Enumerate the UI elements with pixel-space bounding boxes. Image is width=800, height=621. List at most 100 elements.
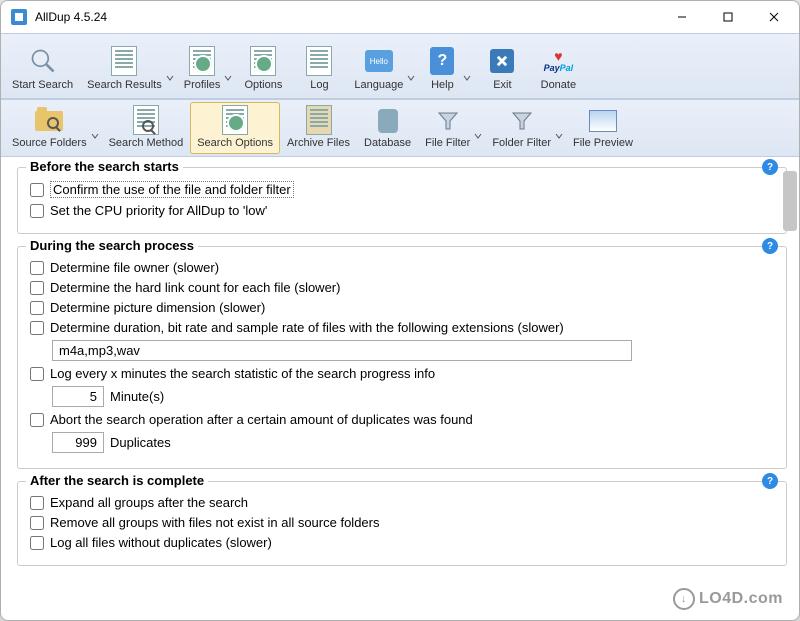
help-icon[interactable]: ?: [762, 473, 778, 489]
checkbox-label: Log all files without duplicates (slower…: [50, 535, 272, 550]
database-button[interactable]: Database: [357, 102, 418, 154]
file-filter-button[interactable]: File Filter: [418, 102, 485, 154]
media-extensions-input[interactable]: [52, 340, 632, 361]
log-button[interactable]: Log: [291, 36, 347, 96]
database-icon: [372, 107, 404, 135]
checkbox-label: Determine picture dimension (slower): [50, 300, 265, 315]
section-title: Before the search starts: [26, 159, 183, 174]
checkbox-row: Set the CPU priority for AllDup to 'low': [28, 203, 776, 218]
preview-icon: [587, 107, 619, 135]
determine-media-checkbox[interactable]: [30, 321, 44, 335]
section-before-search: Before the search starts ? Confirm the u…: [17, 167, 787, 234]
download-icon: ↓: [673, 588, 695, 610]
app-window: AllDup 4.5.24 Start Search Search Result…: [0, 0, 800, 621]
search-method-button[interactable]: Search Method: [102, 102, 191, 154]
watermark: ↓ LO4D.com: [673, 588, 783, 610]
titlebar: AllDup 4.5.24: [1, 1, 799, 33]
checkbox-label: Determine duration, bit rate and sample …: [50, 320, 564, 335]
cpu-priority-checkbox[interactable]: [30, 204, 44, 218]
funnel-icon: [506, 107, 538, 135]
document-magnifier-icon: [130, 105, 162, 135]
checkbox-label: Determine the hard link count for each f…: [50, 280, 340, 295]
hello-icon: Hello: [363, 45, 395, 77]
help-icon[interactable]: ?: [762, 159, 778, 175]
donate-button[interactable]: ♥PayPal Donate: [530, 36, 586, 96]
chevron-down-icon[interactable]: [474, 129, 482, 143]
section-title: During the search process: [26, 238, 198, 253]
folder-magnifier-icon: [33, 107, 65, 135]
checkbox-row: Abort the search operation after a certa…: [28, 412, 776, 427]
document-gear-icon: [186, 45, 218, 77]
exit-button[interactable]: Exit: [474, 36, 530, 96]
checkbox-label: Determine file owner (slower): [50, 260, 219, 275]
main-toolbar: Start Search Search Results Profiles Opt…: [1, 33, 799, 99]
confirm-filter-checkbox[interactable]: [30, 183, 44, 197]
profiles-button[interactable]: Profiles: [177, 36, 236, 96]
checkbox-row: Determine the hard link count for each f…: [28, 280, 776, 295]
checkbox-row: Determine picture dimension (slower): [28, 300, 776, 315]
search-results-button[interactable]: Search Results: [80, 36, 177, 96]
log-interval-input[interactable]: [52, 386, 104, 407]
checkbox-label: Expand all groups after the search: [50, 495, 248, 510]
window-title: AllDup 4.5.24: [35, 10, 107, 24]
checkbox-label: Remove all groups with files not exist i…: [50, 515, 379, 530]
options-panel: Before the search starts ? Confirm the u…: [1, 157, 799, 621]
checkbox-label: Confirm the use of the file and folder f…: [50, 181, 294, 198]
section-after-search: After the search is complete ? Expand al…: [17, 481, 787, 566]
checkbox-row: Confirm the use of the file and folder f…: [28, 181, 776, 198]
maximize-button[interactable]: [705, 2, 751, 32]
log-interval-checkbox[interactable]: [30, 367, 44, 381]
start-search-button[interactable]: Start Search: [5, 36, 80, 96]
input-row: Minute(s): [28, 386, 776, 407]
archive-files-button[interactable]: Archive Files: [280, 102, 357, 154]
document-magnifier-icon: [108, 45, 140, 77]
watermark-text: LO4D.com: [699, 590, 783, 608]
help-icon: ?: [426, 45, 458, 77]
help-icon[interactable]: ?: [762, 238, 778, 254]
document-gear-icon: [247, 45, 279, 77]
folder-filter-button[interactable]: Folder Filter: [485, 102, 566, 154]
checkbox-row: Log every x minutes the search statistic…: [28, 366, 776, 381]
chevron-down-icon[interactable]: [463, 71, 471, 85]
remove-groups-checkbox[interactable]: [30, 516, 44, 530]
funnel-icon: [432, 107, 464, 135]
checkbox-label: Abort the search operation after a certa…: [50, 412, 473, 427]
abort-threshold-checkbox[interactable]: [30, 413, 44, 427]
chevron-down-icon[interactable]: [407, 71, 415, 85]
log-no-duplicates-checkbox[interactable]: [30, 536, 44, 550]
section-during-search: During the search process ? Determine fi…: [17, 246, 787, 469]
input-row: Duplicates: [28, 432, 776, 453]
hardlink-count-checkbox[interactable]: [30, 281, 44, 295]
chevron-down-icon[interactable]: [224, 71, 232, 85]
scrollbar-thumb[interactable]: [783, 171, 797, 231]
picture-dimension-checkbox[interactable]: [30, 301, 44, 315]
checkbox-row: Expand all groups after the search: [28, 495, 776, 510]
secondary-toolbar: Source Folders Search Method Search Opti…: [1, 99, 799, 157]
checkbox-row: Remove all groups with files not exist i…: [28, 515, 776, 530]
chevron-down-icon[interactable]: [166, 71, 174, 85]
chevron-down-icon[interactable]: [555, 129, 563, 143]
minimize-button[interactable]: [659, 2, 705, 32]
magnifier-icon: [27, 45, 59, 77]
options-button[interactable]: Options: [235, 36, 291, 96]
checkbox-label: Set the CPU priority for AllDup to 'low': [50, 203, 267, 218]
help-button[interactable]: ? Help: [418, 36, 474, 96]
chevron-down-icon[interactable]: [91, 129, 99, 143]
file-preview-button[interactable]: File Preview: [566, 102, 640, 154]
document-gear-icon: [219, 105, 251, 135]
checkbox-row: Determine duration, bit rate and sample …: [28, 320, 776, 335]
checkbox-label: Log every x minutes the search statistic…: [50, 366, 435, 381]
source-folders-button[interactable]: Source Folders: [5, 102, 102, 154]
close-button[interactable]: [751, 2, 797, 32]
abort-threshold-input[interactable]: [52, 432, 104, 453]
search-options-button[interactable]: Search Options: [190, 102, 280, 154]
archive-icon: [303, 105, 335, 135]
unit-label: Minute(s): [110, 389, 164, 404]
file-owner-checkbox[interactable]: [30, 261, 44, 275]
paypal-icon: ♥PayPal: [542, 45, 574, 77]
language-button[interactable]: Hello Language: [347, 36, 418, 96]
expand-groups-checkbox[interactable]: [30, 496, 44, 510]
app-icon: [11, 9, 27, 25]
checkbox-row: Determine file owner (slower): [28, 260, 776, 275]
exit-icon: [486, 45, 518, 77]
